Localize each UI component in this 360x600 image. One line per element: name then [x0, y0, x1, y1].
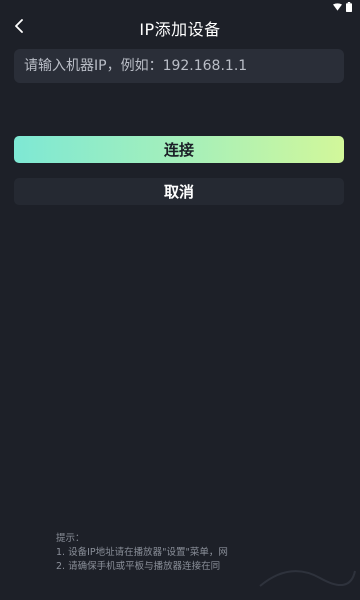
wifi-icon [333, 3, 342, 11]
page-title: IP添加设备 [139, 20, 221, 39]
tip-line-2: 2. 请确保手机或平板与播放器连接在同 [56, 561, 221, 572]
tip-line-1: 1. 设备IP地址请在播放器"设置"菜单，网 [56, 547, 228, 558]
status-bar [0, 0, 360, 14]
tips-section: 提示： 1. 设备IP地址请在播放器"设置"菜单，网 2. 请确保手机或平板与播… [56, 532, 228, 574]
tips-heading: 提示： [56, 533, 85, 544]
watermark-overlay [250, 556, 360, 596]
cancel-button[interactable]: 取消 [14, 178, 344, 205]
battery-icon [346, 2, 352, 12]
top-bar: IP添加设备 [0, 14, 360, 40]
status-icons [333, 2, 352, 12]
ip-address-input[interactable] [14, 49, 344, 83]
connect-button[interactable]: 连接 [14, 136, 344, 163]
